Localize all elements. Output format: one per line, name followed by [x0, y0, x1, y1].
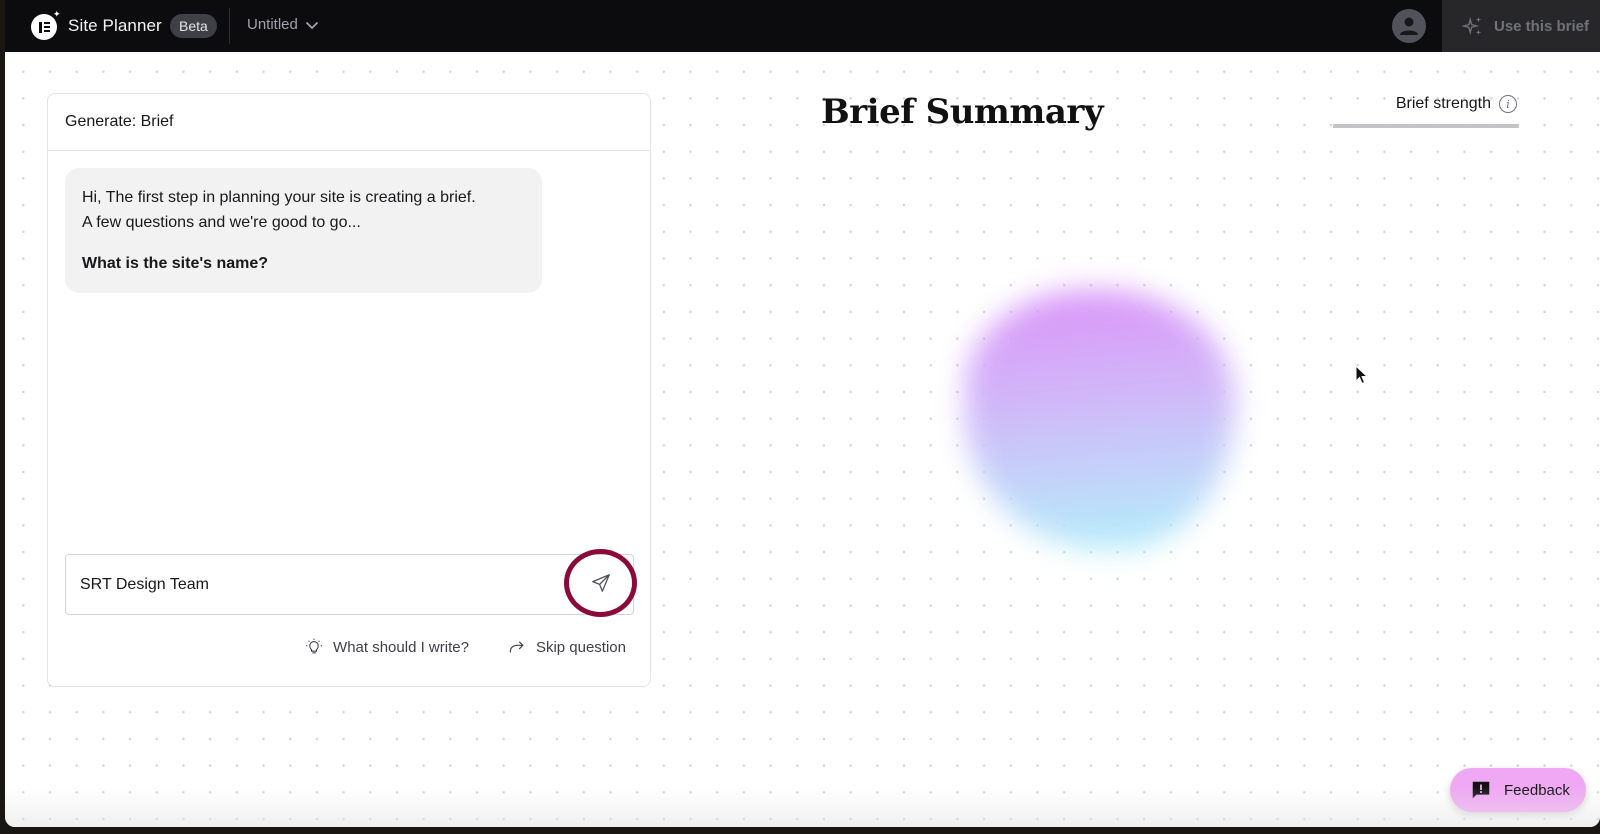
feedback-label: Feedback	[1504, 781, 1570, 799]
app-window: ✦ Site Planner Beta Untitled Use this br…	[5, 0, 1600, 827]
brief-strength-label: Brief strength	[1395, 95, 1491, 112]
answer-input[interactable]	[80, 575, 540, 594]
brief-strength-meter: Brief strength i	[1333, 95, 1519, 128]
use-this-brief-button[interactable]: Use this brief	[1442, 0, 1600, 52]
chat-panel: Generate: Brief Hi, The first step in pl…	[47, 93, 651, 687]
redo-arrow-icon	[509, 641, 524, 653]
skip-question-label: Skip question	[535, 638, 626, 656]
chat-actions: What should I write? Skip question	[304, 637, 626, 657]
document-name-dropdown[interactable]: Untitled	[247, 16, 320, 33]
top-bar: ✦ Site Planner Beta Untitled Use this br…	[5, 0, 1600, 52]
app-title: Site Planner	[68, 16, 162, 35]
send-icon	[591, 574, 610, 592]
skip-question-button[interactable]: Skip question	[507, 637, 626, 657]
lightbulb-icon	[306, 638, 322, 654]
beta-badge: Beta	[170, 14, 217, 38]
chat-header: Generate: Brief	[48, 94, 650, 151]
answer-input-container	[65, 549, 637, 617]
use-this-brief-label: Use this brief	[1494, 17, 1590, 35]
brief-summary-title: Brief Summary	[821, 92, 1104, 132]
sparkle-icon: ✦	[53, 9, 61, 19]
send-button[interactable]	[564, 549, 637, 617]
chevron-down-icon	[305, 21, 318, 29]
info-icon[interactable]: i	[1499, 95, 1517, 113]
what-should-i-write-label: What should I write?	[333, 638, 469, 656]
assistant-message: Hi, The first step in planning your site…	[65, 168, 542, 293]
sparkles-icon	[1462, 16, 1482, 36]
ai-gradient-blob	[965, 290, 1235, 550]
user-avatar[interactable]	[1392, 9, 1426, 43]
what-should-i-write-button[interactable]: What should I write?	[304, 637, 469, 657]
feedback-icon	[1472, 781, 1490, 799]
message-line: A few questions and we're good to go...	[82, 214, 361, 231]
mouse-cursor-icon	[1355, 365, 1369, 385]
strength-progress-bar	[1333, 124, 1519, 128]
document-name: Untitled	[247, 16, 298, 33]
message-line: Hi, The first step in planning your site…	[82, 189, 476, 206]
divider	[229, 8, 230, 44]
feedback-button[interactable]: Feedback	[1450, 768, 1586, 812]
question-text: What is the site's name?	[82, 255, 269, 272]
user-icon	[1400, 17, 1418, 35]
